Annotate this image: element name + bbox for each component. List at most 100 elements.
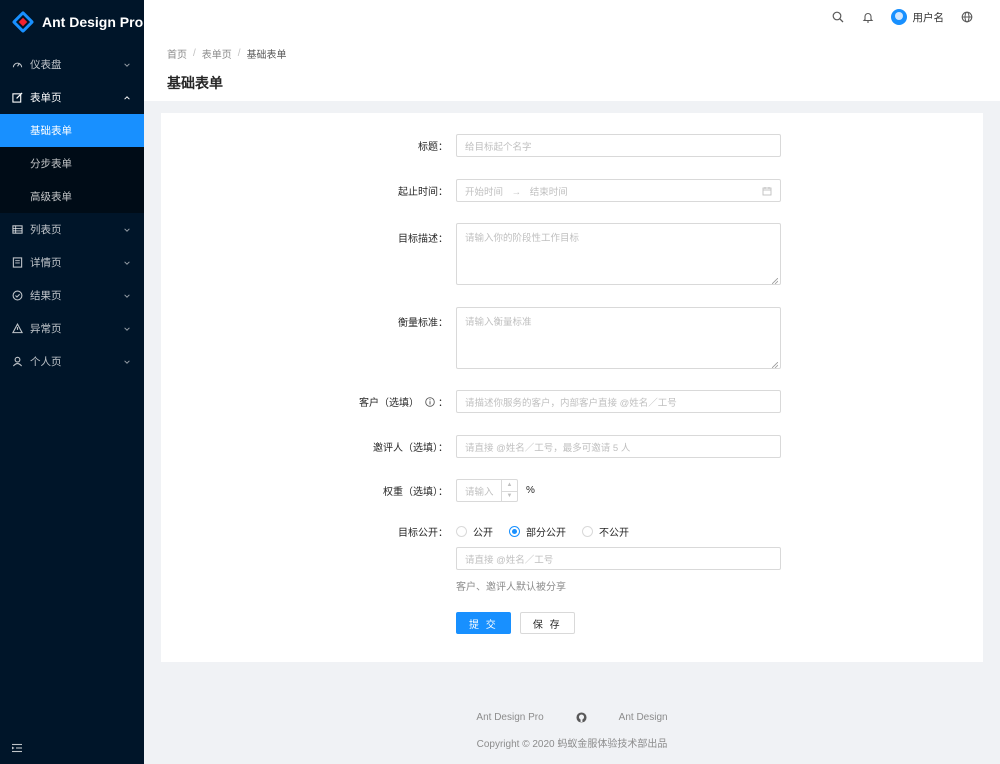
footer-links: Ant Design Pro Ant Design: [144, 712, 1000, 723]
globe-icon[interactable]: [952, 0, 982, 34]
copyright: Copyright © 2020 蚂蚁金服体验技术部出品: [476, 739, 668, 750]
avatar: [890, 9, 907, 25]
sidebar-item-advanced-form[interactable]: 高级表单: [0, 180, 144, 213]
breadcrumb-home[interactable]: 首页: [167, 46, 187, 61]
radio-public[interactable]: 公开: [456, 524, 493, 539]
sidebar: Ant Design Pro 仪表盘 表单页 基础表单 分步表单 高级表单 列表…: [0, 0, 144, 764]
header-actions: 用户名: [823, 0, 983, 34]
form-row-date: 起止时间： 开始时间 → 结束时间: [161, 179, 983, 202]
dashboard-icon: [11, 59, 23, 71]
form-row-goal: 目标描述： 请输入你的阶段性工作目标: [161, 223, 983, 285]
public-target-input[interactable]: 请直接 @姓名／工号: [456, 547, 781, 570]
github-icon[interactable]: [576, 712, 587, 723]
sidebar-item-dashboard[interactable]: 仪表盘: [0, 48, 144, 81]
sidebar-item-label: 详情页: [30, 257, 62, 269]
sidebar-item-account[interactable]: 个人页: [0, 345, 144, 378]
breadcrumb-separator: /: [237, 47, 241, 59]
sidebar-item-basic-form[interactable]: 基础表单: [0, 114, 144, 147]
form-row-title: 标题： 给目标起个名字: [161, 134, 983, 157]
sidebar-item-profile[interactable]: 详情页: [0, 246, 144, 279]
sidebar-item-form[interactable]: 表单页: [0, 81, 144, 114]
invites-label: 邀评人（选填）：: [373, 443, 448, 454]
sidebar-item-label: 异常页: [30, 323, 62, 335]
radio-dot: [456, 526, 467, 537]
weight-input[interactable]: 请输入 ▲ ▼: [456, 479, 518, 502]
table-icon: [11, 224, 23, 236]
profile-icon: [11, 257, 23, 269]
chevron-down-icon: [122, 357, 132, 367]
sidebar-menu: 仪表盘 表单页 基础表单 分步表单 高级表单 列表页 详情页 结果页 异常页 个…: [0, 48, 144, 378]
global-footer: Ant Design Pro Ant Design Copyright © 20…: [144, 662, 1000, 764]
resize-handle-icon[interactable]: [771, 360, 779, 369]
step-down-icon[interactable]: ▼: [502, 490, 517, 502]
bell-icon[interactable]: [853, 0, 883, 34]
client-label-wrap: 客户（选填） ：: [161, 390, 452, 413]
sidebar-item-exception[interactable]: 异常页: [0, 312, 144, 345]
breadcrumb: 首页 / 表单页 / 基础表单: [167, 46, 976, 61]
form-submenu: 基础表单 分步表单 高级表单: [0, 114, 144, 213]
chevron-up-icon: [122, 93, 132, 103]
date-range-picker[interactable]: 开始时间 → 结束时间: [456, 179, 781, 202]
app-title: Ant Design Pro: [42, 14, 144, 30]
date-range-label: 起止时间：: [398, 187, 448, 198]
user-menu[interactable]: 用户名: [883, 0, 953, 34]
form-icon: [11, 92, 23, 104]
chevron-down-icon: [122, 60, 132, 70]
standard-placeholder: 请输入衡量标准: [465, 317, 532, 328]
weight-unit: %: [526, 485, 535, 496]
public-label: 目标公开：: [398, 528, 448, 539]
standard-textarea[interactable]: 请输入衡量标准: [456, 307, 781, 369]
radio-label: 公开: [473, 528, 493, 539]
breadcrumb-form[interactable]: 表单页: [202, 46, 232, 61]
sidebar-item-label: 仪表盘: [30, 59, 62, 71]
logo[interactable]: Ant Design Pro: [0, 0, 144, 44]
radio-not-public[interactable]: 不公开: [582, 524, 629, 539]
form-row-standard: 衡量标准： 请输入衡量标准: [161, 307, 983, 369]
form-row-public-target: 请直接 @姓名／工号 客户、邀评人默认被分享: [161, 547, 983, 593]
page-title: 基础表单: [167, 75, 223, 91]
client-label: 客户（选填）: [359, 398, 419, 409]
user-icon: [11, 356, 23, 368]
sidebar-item-list[interactable]: 列表页: [0, 213, 144, 246]
radio-dot: [582, 526, 593, 537]
breadcrumb-separator: /: [193, 47, 196, 59]
sidebar-item-label: 结果页: [30, 290, 62, 302]
radio-label: 部分公开: [526, 528, 566, 539]
sidebar-item-label: 列表页: [30, 224, 62, 236]
step-up-icon[interactable]: ▲: [502, 480, 517, 491]
footer-link-ant-design[interactable]: Ant Design: [619, 712, 668, 723]
form-row-actions: 提 交 保 存: [161, 612, 983, 634]
date-start-input[interactable]: 开始时间: [465, 187, 503, 198]
client-colon: ：: [438, 398, 448, 409]
submit-button[interactable]: 提 交: [456, 612, 511, 634]
public-hint: 客户、邀评人默认被分享: [456, 582, 566, 593]
sidebar-item-step-form[interactable]: 分步表单: [0, 147, 144, 180]
menu-fold-icon[interactable]: [11, 742, 23, 754]
search-icon[interactable]: [823, 0, 853, 34]
date-end-input[interactable]: 结束时间: [530, 187, 568, 198]
weight-label: 权重（选填）：: [383, 487, 448, 498]
save-button[interactable]: 保 存: [519, 612, 575, 634]
client-input[interactable]: 请描述你服务的客户，内部客户直接 @姓名／工号: [456, 390, 781, 413]
sidebar-item-result[interactable]: 结果页: [0, 279, 144, 312]
info-circle-icon[interactable]: [425, 396, 435, 407]
footer-link-ant-design-pro[interactable]: Ant Design Pro: [476, 712, 543, 723]
sidebar-item-label: 表单页: [30, 92, 62, 104]
title-input[interactable]: 给目标起个名字: [456, 134, 781, 157]
standard-label: 衡量标准：: [398, 318, 448, 329]
basic-form-card: 标题： 给目标起个名字 起止时间： 开始时间 → 结束时间 目标描述： 请输入你…: [161, 113, 983, 662]
radio-partial-public[interactable]: 部分公开: [509, 524, 566, 539]
resize-handle-icon[interactable]: [771, 276, 779, 285]
check-circle-icon: [11, 290, 23, 302]
form-row-public: 目标公开： 公开 部分公开 不公开: [161, 520, 983, 543]
chevron-down-icon: [122, 291, 132, 301]
invites-input[interactable]: 请直接 @姓名／工号，最多可邀请 5 人: [456, 435, 781, 458]
form-row-client: 客户（选填） ： 请描述你服务的客户，内部客户直接 @姓名／工号: [161, 390, 983, 413]
sidebar-item-label: 个人页: [30, 356, 62, 368]
goal-textarea[interactable]: 请输入你的阶段性工作目标: [456, 223, 781, 285]
breadcrumb-current: 基础表单: [246, 49, 287, 61]
chevron-down-icon: [122, 258, 132, 268]
ant-design-logo-icon: [11, 10, 35, 34]
page-header: 首页 / 表单页 / 基础表单 基础表单: [144, 34, 1000, 101]
warning-icon: [11, 323, 23, 335]
